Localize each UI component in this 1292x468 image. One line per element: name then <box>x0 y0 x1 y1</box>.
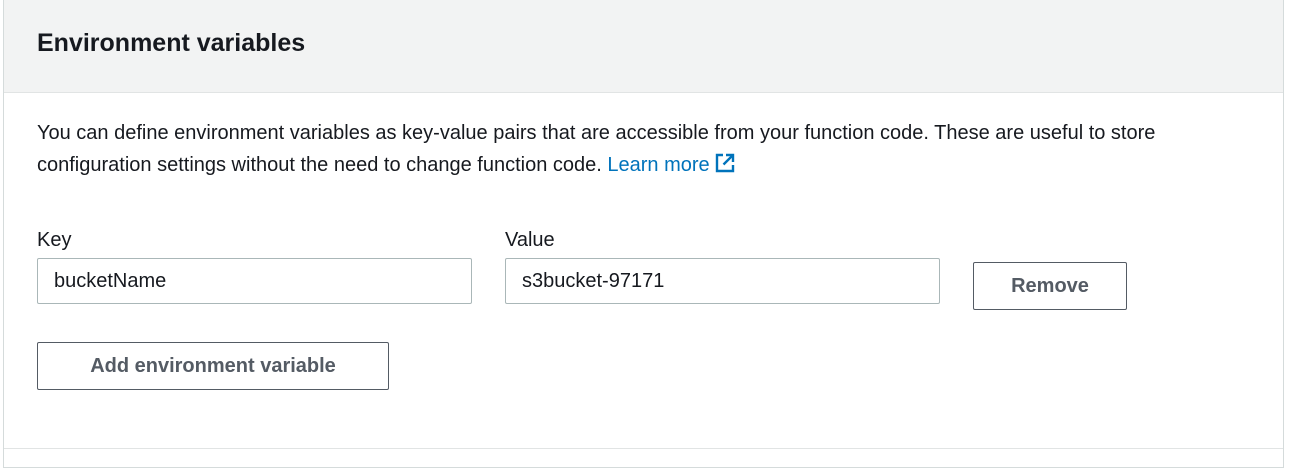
divider <box>4 448 1283 449</box>
value-label: Value <box>505 229 555 251</box>
learn-more-label: Learn more <box>607 154 710 176</box>
panel-title: Environment variables <box>37 29 306 57</box>
panel-header: Environment variables <box>4 0 1283 93</box>
learn-more-link[interactable]: Learn more <box>607 153 735 176</box>
environment-variables-panel: Environment variables You can define env… <box>3 0 1284 468</box>
add-environment-variable-button[interactable]: Add environment variable <box>37 342 389 390</box>
remove-button[interactable]: Remove <box>973 262 1127 310</box>
key-input[interactable] <box>37 258 472 304</box>
description-text: You can define environment variables as … <box>37 122 1156 176</box>
value-input[interactable] <box>505 258 940 304</box>
section-description: You can define environment variables as … <box>37 117 1267 184</box>
external-link-icon <box>714 152 736 184</box>
key-label: Key <box>37 229 72 251</box>
